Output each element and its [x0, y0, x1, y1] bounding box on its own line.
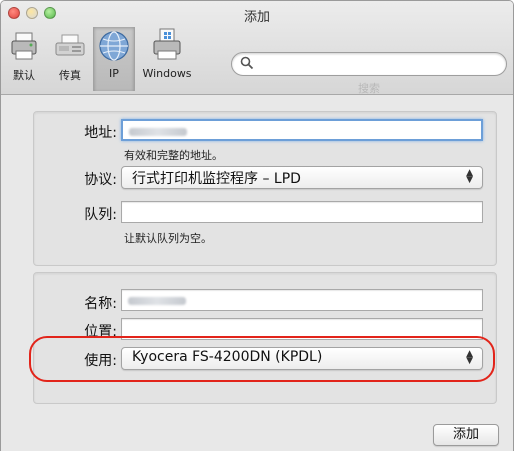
- toolbar-item-label: 默认: [13, 69, 35, 82]
- redacted-value: [128, 297, 186, 305]
- printer-default-icon: [11, 32, 37, 60]
- toolbar-item-ip[interactable]: IP: [93, 27, 135, 91]
- toolbar-item-default[interactable]: 默认: [7, 27, 41, 91]
- toolbar-item-label: Windows: [142, 67, 192, 80]
- protocol-label: 协议:: [84, 172, 117, 188]
- queue-hint: 让默认队列为空。: [124, 232, 212, 245]
- toolbar: 添加 默认 传真 IP Windows 搜索: [1, 1, 513, 95]
- toolbar-item-label: IP: [109, 67, 119, 80]
- ip-globe-icon: [99, 31, 129, 61]
- toolbar-item-label: 传真: [59, 69, 81, 82]
- queue-label: 队列:: [84, 207, 117, 223]
- highlight-annotation: [29, 336, 495, 382]
- search-input[interactable]: [231, 52, 507, 76]
- name-label: 名称:: [84, 296, 117, 312]
- protocol-selected-value: 行式打印机监控程序 – LPD: [132, 171, 301, 187]
- redacted-value: [129, 128, 187, 136]
- queue-field[interactable]: [121, 201, 483, 223]
- toolbar-item-windows[interactable]: Windows: [139, 27, 195, 91]
- search-icon: [240, 56, 254, 70]
- name-field[interactable]: [121, 289, 483, 311]
- fax-icon: [55, 34, 85, 56]
- protocol-select[interactable]: 行式打印机监控程序 – LPD ▲ ▼: [121, 166, 483, 189]
- window-title: 添加: [243, 10, 270, 25]
- add-button[interactable]: 添加: [433, 424, 499, 446]
- add-printer-window: 添加 默认 传真 IP Windows 搜索 地址: 有效和完整的地址。 协议:…: [0, 0, 514, 451]
- address-field[interactable]: [121, 119, 483, 141]
- toolbar-item-fax[interactable]: 传真: [51, 27, 89, 91]
- updown-arrows-icon: ▲ ▼: [466, 168, 473, 185]
- address-hint: 有效和完整的地址。: [124, 149, 223, 162]
- address-label: 地址:: [84, 125, 117, 141]
- search-caption: 搜索: [358, 82, 380, 95]
- windows-printer-icon: [153, 28, 181, 60]
